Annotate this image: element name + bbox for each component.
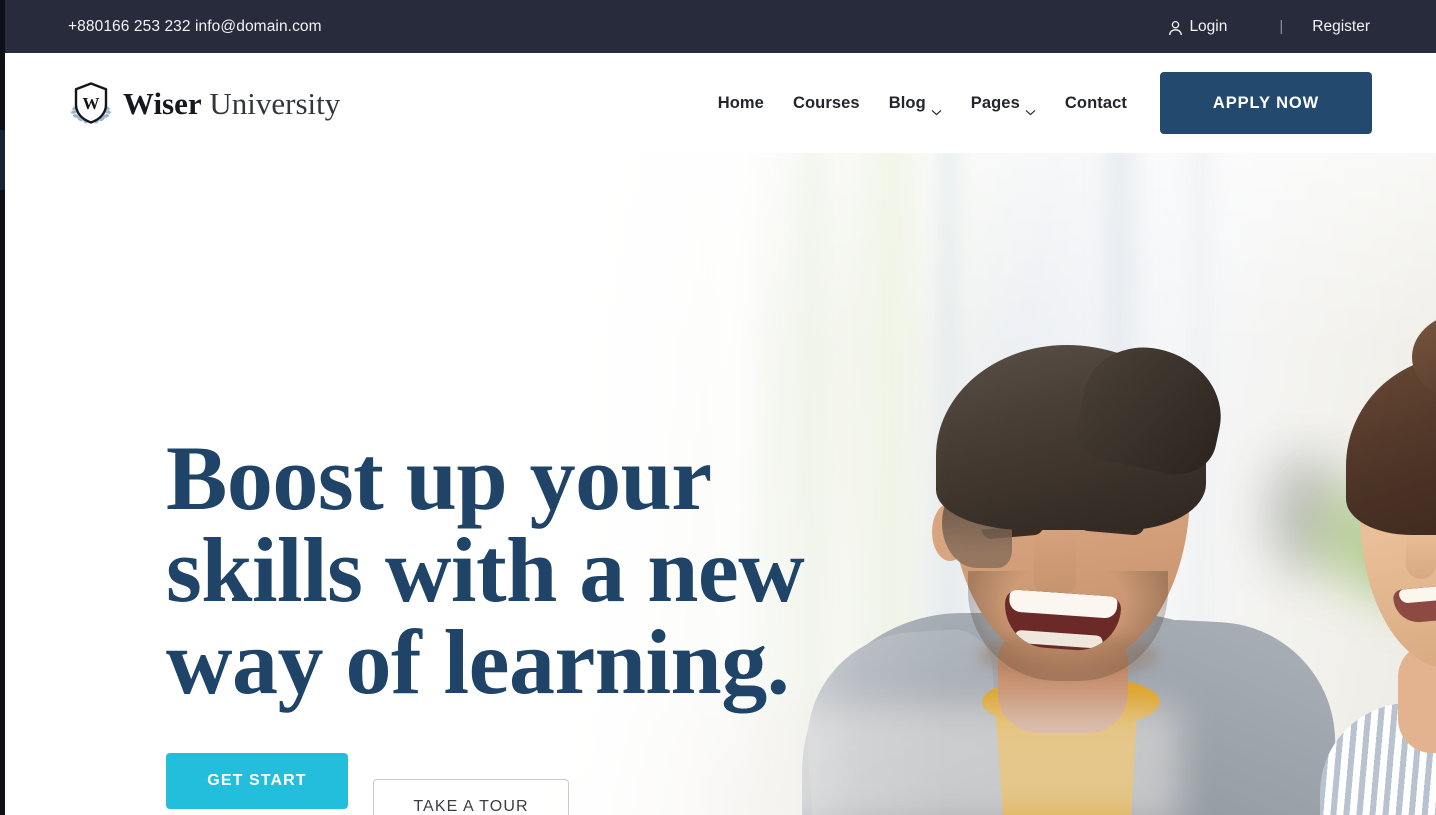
top-bar: +880166 253 232 info@domain.com Login | … bbox=[0, 0, 1436, 53]
brand-name: Wiser University bbox=[123, 88, 340, 119]
topbar-separator: | bbox=[1279, 18, 1284, 35]
brand-name-light: University bbox=[201, 85, 341, 121]
hero-heading: Boost up your skills with a new way of l… bbox=[166, 427, 805, 713]
nav-label-courses: Courses bbox=[792, 93, 860, 112]
page-root: +880166 253 232 info@domain.com Login | … bbox=[0, 0, 1436, 815]
nav-label-home: Home bbox=[717, 93, 764, 112]
main-navigation: Home Courses Blog Pages Contact bbox=[718, 93, 1127, 115]
nav-item-courses[interactable]: Courses bbox=[793, 94, 860, 113]
user-icon bbox=[1168, 20, 1183, 36]
login-link[interactable]: Login bbox=[1168, 18, 1227, 36]
site-header: W Wiser University Home Courses Blog Pag… bbox=[0, 53, 1436, 153]
apply-now-button[interactable]: APPLY NOW bbox=[1160, 72, 1372, 134]
left-edge-accent bbox=[0, 130, 5, 190]
nav-item-blog[interactable]: Blog bbox=[888, 93, 942, 115]
nav-label-contact: Contact bbox=[1064, 93, 1127, 112]
nav-item-pages[interactable]: Pages bbox=[970, 93, 1036, 115]
login-label: Login bbox=[1189, 17, 1228, 35]
register-link[interactable]: Register bbox=[1312, 18, 1370, 36]
contact-info: +880166 253 232 info@domain.com bbox=[68, 17, 322, 35]
take-a-tour-button[interactable]: TAKE A TOUR bbox=[373, 779, 569, 815]
shield-laurel-icon: W bbox=[68, 80, 114, 126]
top-bar-actions: Login | Register bbox=[1168, 18, 1370, 36]
brand-name-bold: Wiser bbox=[123, 85, 202, 121]
left-edge-strip bbox=[0, 0, 5, 815]
svg-text:W: W bbox=[83, 94, 100, 113]
nav-label-pages: Pages bbox=[970, 93, 1020, 112]
nav-item-contact[interactable]: Contact bbox=[1065, 94, 1127, 113]
chevron-down-icon bbox=[931, 102, 942, 115]
hero-cta-group: GET START TAKE A TOUR bbox=[166, 753, 926, 815]
hero-section: Boost up your skills with a new way of l… bbox=[0, 153, 1436, 815]
hero-content: Boost up your skills with a new way of l… bbox=[166, 432, 926, 815]
nav-label-blog: Blog bbox=[888, 93, 926, 112]
brand-logo-link[interactable]: W Wiser University bbox=[68, 80, 340, 126]
get-start-button[interactable]: GET START bbox=[166, 753, 348, 809]
nav-item-home[interactable]: Home bbox=[718, 94, 764, 113]
chevron-down-icon bbox=[1025, 102, 1036, 115]
